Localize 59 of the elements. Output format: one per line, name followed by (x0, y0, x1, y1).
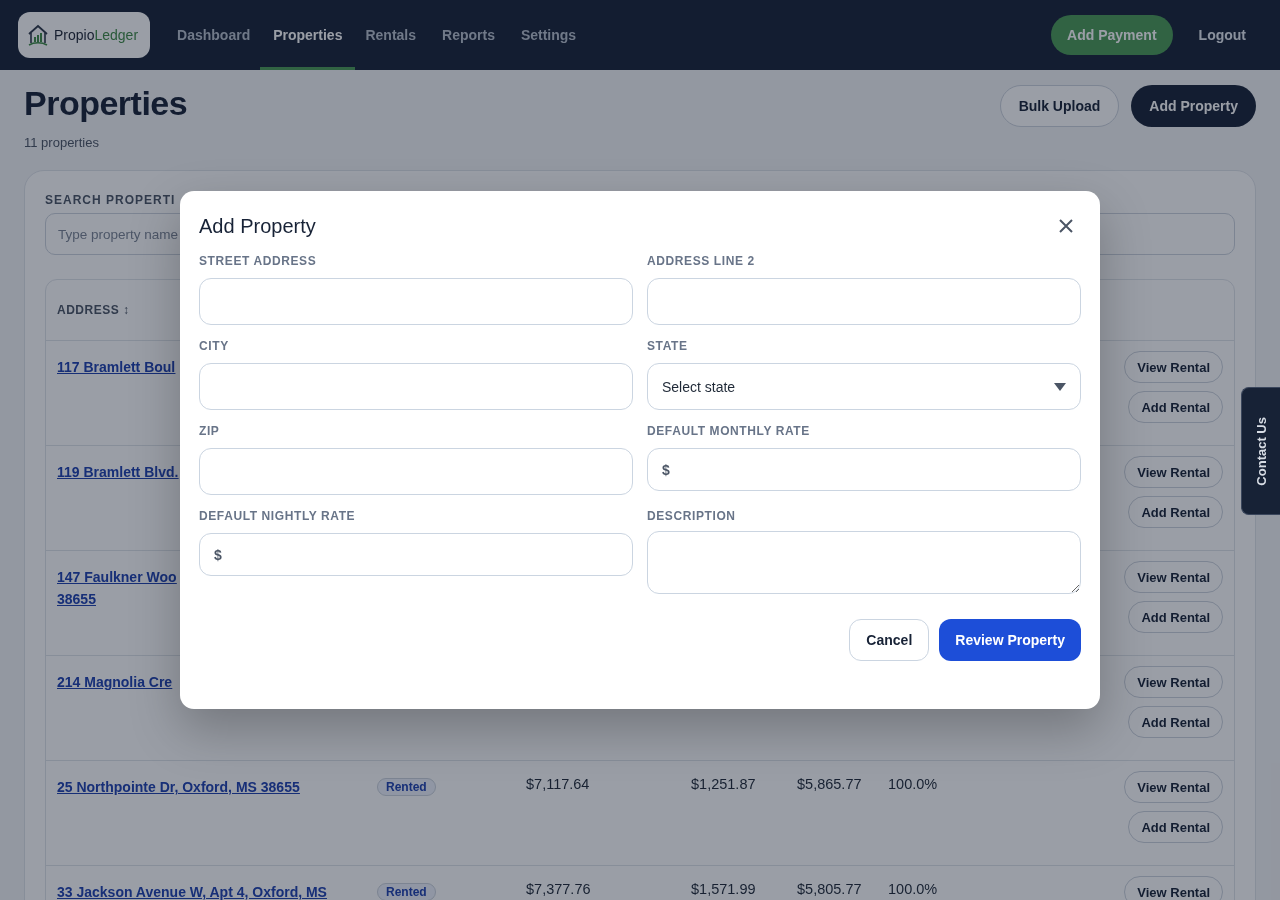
field-label: DEFAULT NIGHTLY RATE (199, 509, 356, 525)
add-rental-button[interactable]: Add Rental (1128, 391, 1223, 423)
field-label: STATE (647, 339, 688, 355)
table-cell-text: $5,805.77 (797, 880, 863, 897)
sort-icon[interactable]: ↕ (123, 303, 130, 317)
page-title: Properties (24, 84, 188, 123)
caret-icon (1054, 382, 1066, 391)
add-rental-button[interactable]: Add Rental (1128, 706, 1223, 738)
field-label: STREET ADDRESS (199, 254, 317, 270)
nav-tab[interactable]: Reports (429, 0, 508, 70)
property-count: 11 properties (24, 135, 100, 150)
text-field[interactable] (647, 278, 1081, 325)
description-field[interactable] (647, 531, 1081, 594)
add-property-button[interactable]: Add Property (1131, 85, 1256, 127)
column-header[interactable]: ADDRESS (57, 303, 120, 317)
state-dropdown[interactable]: Select state (647, 363, 1081, 410)
view-rental-button[interactable]: View Rental (1124, 456, 1223, 488)
close-icon[interactable] (1059, 219, 1073, 233)
view-rental-button[interactable]: View Rental (1124, 771, 1223, 803)
table-cell-text: $7,117.64 (526, 775, 591, 792)
text-field[interactable] (199, 448, 633, 495)
table-cell-text: $7,377.76 (526, 880, 592, 897)
cancel-button[interactable]: Cancel (849, 619, 930, 661)
nav-tab[interactable]: Properties (260, 0, 356, 70)
view-rental-button[interactable]: View Rental (1124, 876, 1223, 900)
view-rental-button[interactable]: View Rental (1124, 666, 1223, 698)
field-label: DEFAULT MONTHLY RATE (647, 424, 810, 440)
status-badge: Rented (377, 883, 436, 900)
add-rental-button[interactable]: Add Rental (1128, 496, 1223, 528)
house-chart-icon (26, 23, 50, 47)
field-label: DESCRIPTION (647, 509, 736, 523)
logout-link[interactable]: Logout (1182, 15, 1262, 55)
add-rental-button[interactable]: Add Rental (1128, 601, 1223, 633)
field-label: ZIP (199, 424, 220, 440)
bulk-upload-button[interactable]: Bulk Upload (999, 85, 1120, 127)
logo-text: PropioLedger (54, 27, 139, 43)
contact-tab[interactable]: Contact Us (1241, 387, 1280, 515)
text-field[interactable] (199, 363, 633, 410)
address-link[interactable]: 33 Jackson Avenue W, Apt 4, Oxford, MS (57, 881, 377, 900)
table-cell-text: $1,251.87 (691, 775, 757, 792)
add-rental-button[interactable]: Add Rental (1128, 811, 1223, 843)
table-cell-text: $1,571.99 (691, 880, 757, 897)
table-cell-text: 100.0% (888, 775, 939, 792)
field-label: CITY (199, 339, 229, 355)
review-property-button[interactable]: Review Property (939, 619, 1081, 661)
nav-tab[interactable]: Settings (507, 0, 590, 70)
view-rental-button[interactable]: View Rental (1124, 351, 1223, 383)
dialog-title: Add Property (199, 214, 316, 238)
address-link[interactable]: 25 Northpointe Dr, Oxford, MS 38655 (57, 776, 377, 798)
search-label: SEARCH PROPERTI (45, 193, 177, 207)
field-label: ADDRESS LINE 2 (647, 254, 755, 270)
currency-field[interactable]: $ (647, 448, 1081, 491)
table-cell-text: $5,865.77 (797, 775, 863, 792)
status-badge: Rented (377, 778, 436, 796)
view-rental-button[interactable]: View Rental (1124, 561, 1223, 593)
text-field[interactable] (199, 278, 633, 325)
logo[interactable]: PropioLedger (18, 12, 151, 58)
table-cell-text: 100.0% (888, 880, 939, 897)
currency-field[interactable]: $ (199, 533, 633, 576)
